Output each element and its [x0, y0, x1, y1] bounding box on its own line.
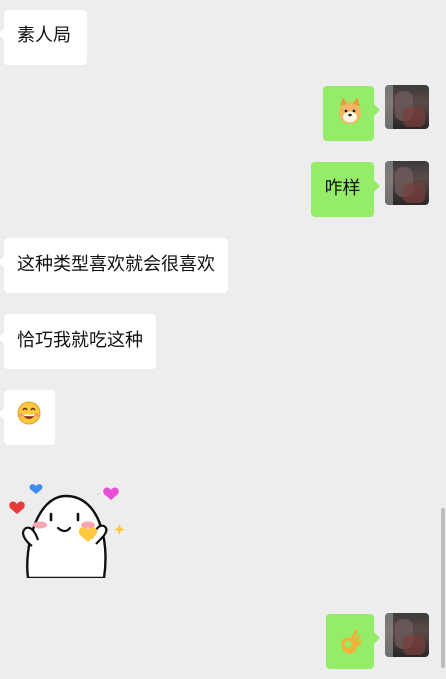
incoming-bubble[interactable]: 恰巧我就吃这种: [0, 314, 156, 369]
avatar[interactable]: [385, 85, 429, 129]
message-text: 素人局: [17, 25, 71, 46]
scrollbar[interactable]: [441, 508, 445, 668]
message-text: 这种类型喜欢就会很喜欢: [17, 254, 215, 275]
ok-hand-emoji-icon: [341, 629, 362, 654]
incoming-bubble[interactable]: [0, 390, 55, 445]
message-text: 恰巧我就吃这种: [17, 330, 143, 351]
message-text: 咋样: [324, 178, 361, 199]
outgoing-bubble[interactable]: 咋样: [311, 162, 380, 217]
outgoing-bubble[interactable]: [326, 614, 380, 669]
avatar[interactable]: [385, 613, 429, 657]
outgoing-bubble[interactable]: [323, 86, 380, 141]
dog-emoji-icon: [339, 97, 361, 124]
love-sticker-icon[interactable]: [6, 478, 126, 580]
avatar[interactable]: [385, 161, 429, 205]
grin-emoji-icon: [17, 401, 41, 425]
incoming-bubble[interactable]: 素人局: [0, 10, 87, 65]
incoming-bubble[interactable]: 这种类型喜欢就会很喜欢: [0, 238, 228, 293]
